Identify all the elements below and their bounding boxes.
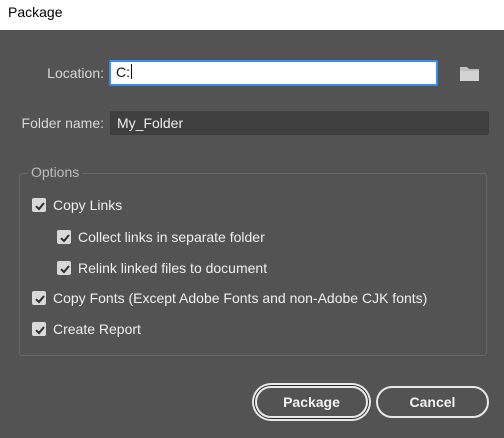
cancel-button[interactable]: Cancel [376, 386, 489, 418]
location-input[interactable]: C: [109, 60, 438, 86]
relink-files-checkbox[interactable]: Relink linked files to document [57, 259, 267, 277]
title-bar: Package [0, 0, 504, 30]
relink-files-label: Relink linked files to document [78, 260, 268, 276]
checkbox-box[interactable] [32, 291, 46, 305]
options-legend: Options [28, 164, 83, 180]
window-title: Package [8, 4, 63, 20]
checkmark-icon [60, 234, 70, 243]
browse-folder-button[interactable] [458, 64, 482, 84]
checkbox-box[interactable] [32, 198, 46, 212]
checkmark-icon [35, 295, 45, 304]
folder-name-input[interactable]: My_Folder [110, 111, 489, 135]
checkmark-icon [35, 326, 45, 335]
folder-icon [460, 67, 479, 81]
folder-name-input-value: My_Folder [117, 115, 184, 131]
package-button[interactable]: Package [255, 386, 368, 418]
collect-links-checkbox[interactable]: Collect links in separate folder [57, 228, 265, 246]
checkmark-icon [60, 265, 70, 274]
copy-fonts-label: Copy Fonts (Except Adobe Fonts and non-A… [53, 290, 428, 306]
copy-links-checkbox[interactable]: Copy Links [32, 196, 122, 214]
location-input-value: C: [116, 64, 130, 80]
checkbox-box[interactable] [57, 261, 71, 275]
create-report-label: Create Report [53, 321, 141, 337]
create-report-checkbox[interactable]: Create Report [32, 320, 141, 338]
copy-fonts-checkbox[interactable]: Copy Fonts (Except Adobe Fonts and non-A… [32, 289, 427, 307]
package-dialog: Location: C: Folder name: My_Folder Opti… [0, 30, 504, 438]
text-caret [131, 64, 132, 79]
location-label: Location: [47, 65, 104, 81]
folder-name-label: Folder name: [21, 115, 104, 131]
checkmark-icon [35, 202, 45, 211]
collect-links-label: Collect links in separate folder [78, 229, 265, 245]
checkbox-box[interactable] [32, 322, 46, 336]
copy-links-label: Copy Links [53, 197, 123, 213]
checkbox-box[interactable] [57, 230, 71, 244]
